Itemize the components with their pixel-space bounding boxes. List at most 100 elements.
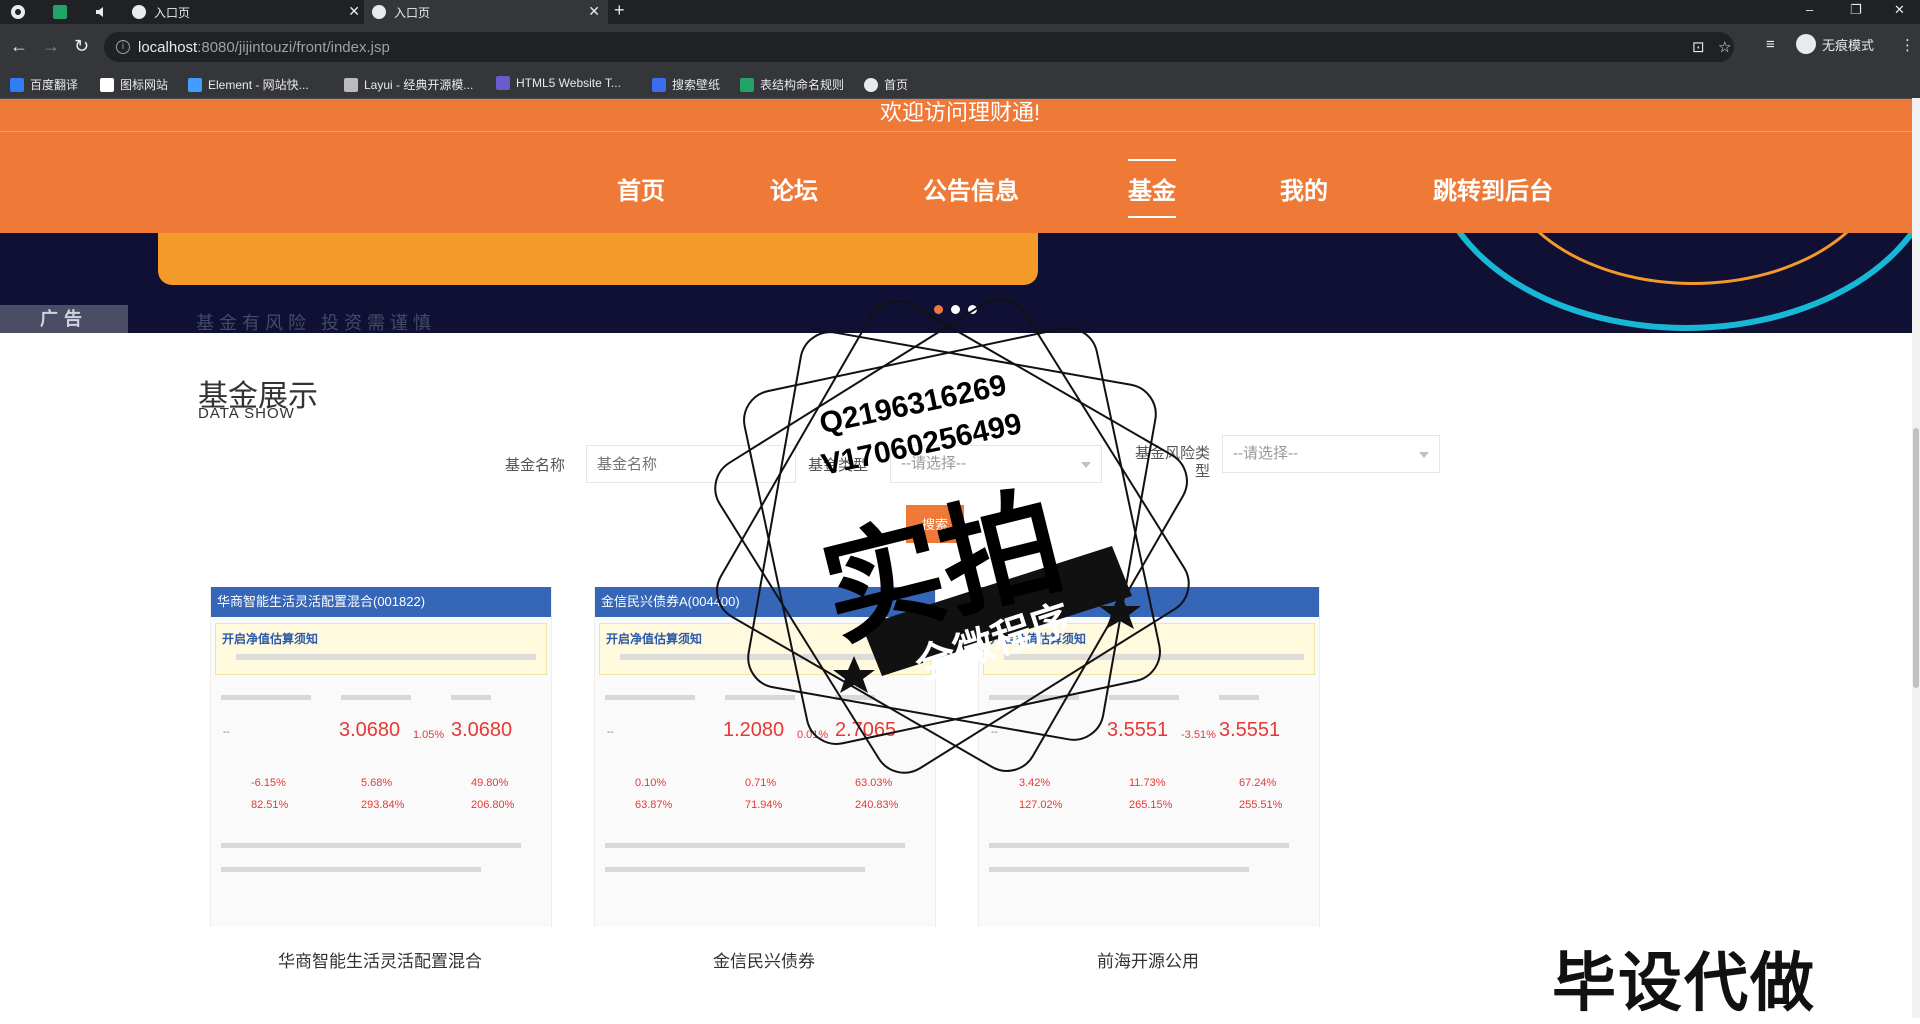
minimize-icon[interactable]: – — [1806, 2, 1813, 17]
close-icon[interactable]: ✕ — [348, 3, 360, 20]
flag-icon — [100, 77, 114, 92]
fund-return: 71.94% — [745, 799, 783, 811]
nav-notice[interactable]: 公告信息 — [923, 171, 1019, 206]
fund-return: 255.51% — [1239, 799, 1283, 811]
fund-name[interactable]: 前海开源公用 — [978, 947, 1318, 972]
globe-icon — [132, 5, 146, 19]
close-icon[interactable]: ✕ — [588, 3, 600, 20]
ad-badge: 广告 — [0, 305, 128, 333]
fund-type-select[interactable]: --请选择-- — [890, 445, 1102, 483]
html5-icon — [496, 76, 510, 90]
bookmark-item[interactable]: 首页 — [864, 76, 908, 93]
globe-icon — [864, 77, 878, 92]
nav-admin[interactable]: 跳转到后台 — [1433, 171, 1553, 206]
fund-change-value: 0.01% — [797, 729, 829, 741]
restore-icon[interactable]: ❐ — [1850, 2, 1862, 18]
bookmark-item[interactable]: HTML5 Website T... — [496, 76, 621, 90]
fund-risk-select[interactable]: --请选择-- — [1222, 435, 1440, 473]
fund-nav-value: 3.5551 — [1107, 719, 1169, 741]
main-nav: 首页 论坛 公告信息 基金 我的 跳转到后台 — [0, 131, 1920, 233]
incognito-label: 无痕模式 — [1822, 37, 1875, 53]
fund-type-value: --请选择-- — [901, 455, 966, 472]
fund-return: 82.51% — [251, 799, 289, 811]
bookmark-star-icon[interactable]: ☆ — [1718, 38, 1731, 56]
fund-image-title: 前海开源公用 — [979, 587, 1319, 617]
fund-return: 293.84% — [361, 799, 405, 811]
bookmark-item[interactable]: 百度翻译 — [10, 76, 78, 93]
globe-icon — [372, 5, 386, 19]
fund-return: 206.80% — [471, 799, 515, 811]
bookmark-icon — [10, 77, 24, 92]
fund-risk-label: 基金风险类型 — [1134, 445, 1210, 480]
new-tab-icon[interactable]: + — [614, 0, 625, 21]
chevron-down-icon — [1081, 462, 1091, 468]
fund-total-value: 3.5551 — [1219, 719, 1281, 741]
reading-list-icon[interactable]: ≡ — [1766, 36, 1775, 53]
sheet-icon[interactable] — [52, 4, 68, 20]
tab-entry-1[interactable]: 入口页 ✕ — [124, 0, 368, 24]
incognito-indicator[interactable]: 无痕模式 — [1796, 34, 1874, 54]
fund-total-value: 3.0680 — [451, 719, 513, 741]
bookmark-item[interactable]: 表结构命名规则 — [740, 76, 844, 93]
scrollbar-thumb[interactable] — [1913, 428, 1919, 688]
welcome-banner: 欢迎访问理财通! — [0, 99, 1920, 131]
risk-warning: 基金有风险 投资需谨慎 — [196, 313, 436, 333]
fund-nav-value: 1.2080 — [723, 719, 785, 741]
reload-icon[interactable]: ↻ — [74, 36, 89, 56]
nav-fund[interactable]: 基金 — [1128, 159, 1176, 218]
url-text[interactable]: localhost:8080/jijintouzi/front/index.js… — [138, 39, 390, 56]
forward-icon[interactable]: → — [42, 36, 60, 56]
fund-notice: 开启净值估算须知 — [599, 623, 931, 675]
speaker-icon[interactable] — [94, 4, 110, 20]
fund-notice: 开启净值估算须知 — [983, 623, 1315, 675]
menu-icon[interactable]: ⋮ — [1900, 36, 1915, 54]
address-bar[interactable]: i localhost:8080/jijintouzi/front/index.… — [104, 32, 1734, 62]
tab-title: 入口页 — [154, 5, 191, 20]
fund-name[interactable]: 华商智能生活灵活配置混合 — [210, 947, 550, 972]
carousel-indicators — [934, 305, 977, 314]
nav-home[interactable]: 首页 — [617, 171, 665, 206]
fund-image[interactable]: 华商智能生活灵活配置混合(001822) 开启净值估算须知 -- 3.0680 … — [210, 587, 552, 927]
fund-image[interactable]: 前海开源公用 开启净值估算须知 -- 3.5551 -3.51% 3.5551 … — [978, 587, 1320, 927]
tab-entry-2[interactable]: 入口页 ✕ — [364, 0, 608, 24]
fund-name-input[interactable] — [586, 445, 796, 483]
layui-icon — [344, 77, 358, 92]
bookmark-item[interactable]: Layui - 经典开源模... — [344, 76, 473, 93]
bookmark-item[interactable]: 图标网站 — [100, 76, 168, 93]
bookmark-item[interactable]: Element - 网站快... — [188, 76, 309, 93]
page-scrollbar[interactable] — [1912, 98, 1920, 1018]
fund-return: 63.03% — [855, 777, 893, 789]
fund-card[interactable]: 华商智能生活灵活配置混合(001822) 开启净值估算须知 -- 3.0680 … — [210, 587, 552, 972]
fund-return: 49.80% — [471, 777, 509, 789]
nav-mine[interactable]: 我的 — [1280, 171, 1328, 206]
fund-type-label: 基金类型 — [808, 457, 869, 474]
fund-image-title: 华商智能生活灵活配置混合(001822) — [211, 587, 551, 617]
back-icon[interactable]: ← — [10, 36, 28, 56]
globe-icon[interactable] — [10, 4, 26, 20]
page-viewport: 广告 基金有风险 投资需谨慎 欢迎访问理财通! 首页 论坛 公告信息 基金 我的… — [0, 99, 1920, 1018]
info-icon[interactable]: i — [116, 40, 130, 54]
carousel-dot[interactable] — [951, 305, 960, 314]
translate-icon[interactable]: ⊡ — [1692, 38, 1705, 56]
nav-forum[interactable]: 论坛 — [770, 171, 818, 206]
carousel-dot[interactable] — [934, 305, 943, 314]
fund-change-value: 1.05% — [413, 729, 445, 741]
fund-card[interactable]: 前海开源公用 开启净值估算须知 -- 3.5551 -3.51% 3.5551 … — [978, 587, 1320, 972]
bookmark-item[interactable]: 搜索壁纸 — [652, 76, 720, 93]
fund-return: 63.87% — [635, 799, 673, 811]
window-close-icon[interactable]: ✕ — [1894, 2, 1905, 18]
watermark-corner: 毕设代做 — [1552, 947, 1816, 1019]
section-subtitle: DATA SHOW — [198, 405, 295, 422]
carousel-dot[interactable] — [968, 305, 977, 314]
incognito-icon — [1796, 34, 1816, 54]
fund-image-title: 金信民兴债券A(004400) — [595, 587, 935, 617]
fund-return: 11.73% — [1129, 777, 1166, 789]
fund-return: 127.02% — [1019, 799, 1063, 811]
wallpaper-icon — [652, 77, 666, 92]
fund-card[interactable]: 金信民兴债券A(004400) 开启净值估算须知 -- 1.2080 0.01%… — [594, 587, 936, 972]
search-button[interactable]: 搜索 — [906, 505, 964, 543]
fund-return: -6.15% — [251, 777, 286, 789]
fund-image[interactable]: 金信民兴债券A(004400) 开启净值估算须知 -- 1.2080 0.01%… — [594, 587, 936, 927]
fund-return: 265.15% — [1129, 799, 1173, 811]
fund-name[interactable]: 金信民兴债券 — [594, 947, 934, 972]
